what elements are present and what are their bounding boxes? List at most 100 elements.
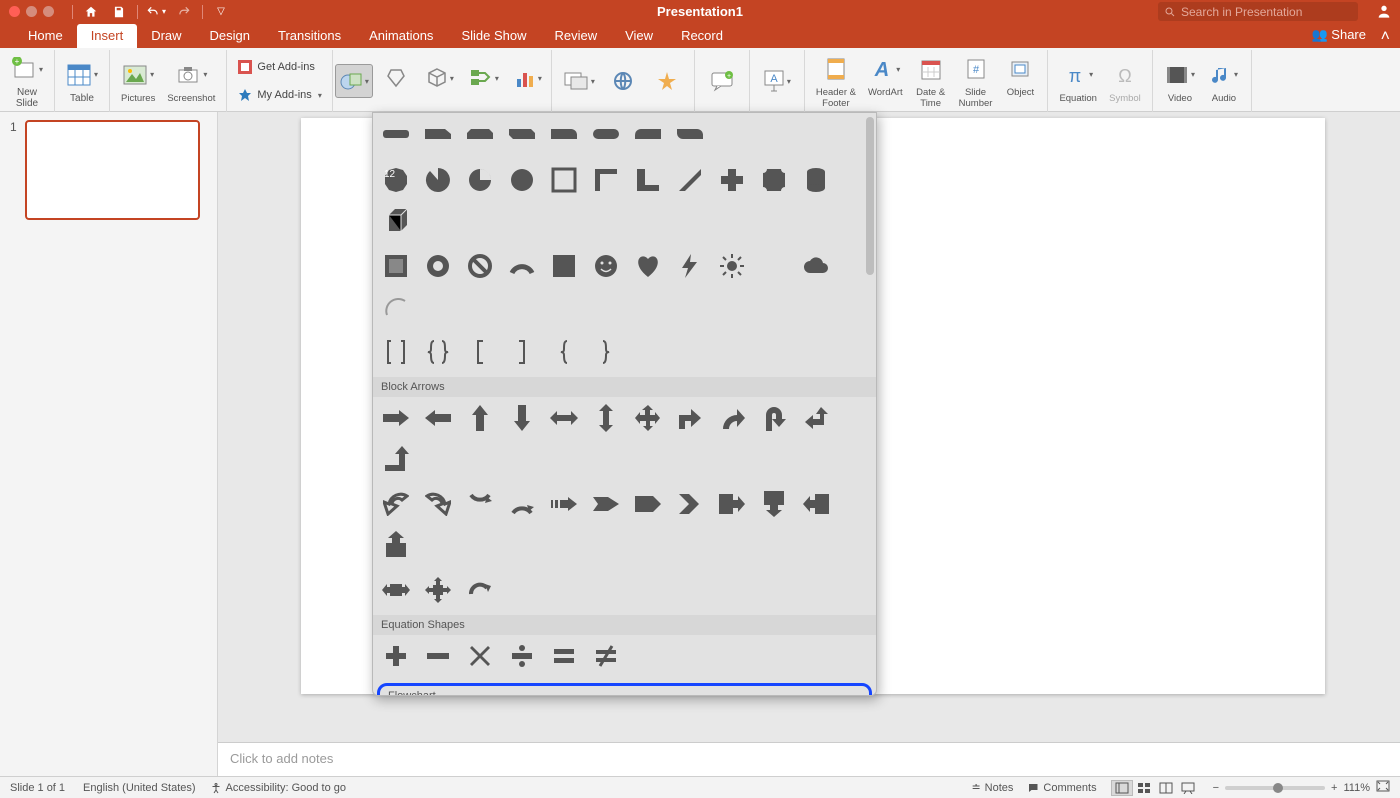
save-icon[interactable] xyxy=(109,2,129,22)
shape-sun[interactable] xyxy=(715,249,749,283)
shape-snip2[interactable] xyxy=(463,117,497,151)
arrow-striped-right[interactable] xyxy=(547,487,581,521)
action-button[interactable] xyxy=(646,67,688,95)
tab-view[interactable]: View xyxy=(611,24,667,48)
arrow-left-up[interactable] xyxy=(799,401,833,435)
tab-animations[interactable]: Animations xyxy=(355,24,447,48)
shape-double-bracket[interactable] xyxy=(379,335,413,369)
shape-dodecagon[interactable]: 12 xyxy=(379,163,413,197)
arrow-down[interactable] xyxy=(505,401,539,435)
arrow-quad-callout[interactable] xyxy=(421,573,455,607)
comment-button[interactable]: + xyxy=(701,63,743,99)
status-language[interactable]: English (United States) xyxy=(83,782,196,794)
user-account-icon[interactable] xyxy=(1376,3,1392,24)
arrow-left-right[interactable] xyxy=(547,401,581,435)
tab-draw[interactable]: Draw xyxy=(137,24,195,48)
tab-home[interactable]: Home xyxy=(14,24,77,48)
tab-record[interactable]: Record xyxy=(667,24,737,48)
shape-right-bracket[interactable] xyxy=(505,335,539,369)
shape-no-symbol[interactable] xyxy=(463,249,497,283)
table-button[interactable]: ▾ Table xyxy=(61,57,103,106)
search-input[interactable]: Search in Presentation xyxy=(1158,2,1358,21)
eq-not-equal[interactable] xyxy=(589,639,623,673)
shape-heart[interactable] xyxy=(631,249,665,283)
tab-slide-show[interactable]: Slide Show xyxy=(447,24,540,48)
shape-frame[interactable] xyxy=(547,163,581,197)
minimize-window-button[interactable] xyxy=(26,6,37,17)
shape-plaque[interactable] xyxy=(757,163,791,197)
notes-pane[interactable]: Click to add notes xyxy=(218,742,1400,776)
zoom-in-button[interactable]: + xyxy=(1331,782,1337,794)
shape-half-frame[interactable] xyxy=(589,163,623,197)
eq-equal[interactable] xyxy=(547,639,581,673)
shape-diag-stripe[interactable] xyxy=(673,163,707,197)
view-reading-button[interactable] xyxy=(1155,780,1177,796)
arrow-down-callout[interactable] xyxy=(757,487,791,521)
arrow-notched-right[interactable] xyxy=(589,487,623,521)
arrow-curved-right[interactable] xyxy=(715,401,749,435)
collapse-ribbon-button[interactable]: ˄ xyxy=(1381,28,1390,46)
shape-right-brace[interactable] xyxy=(589,335,623,369)
zoom-percent[interactable]: 111% xyxy=(1343,782,1370,794)
shape-smiley[interactable] xyxy=(589,249,623,283)
arrow-left[interactable] xyxy=(421,401,455,435)
zoom-slider[interactable] xyxy=(1225,786,1325,790)
arrow-chevron[interactable] xyxy=(673,487,707,521)
slide-number-button[interactable]: #Slide Number xyxy=(954,51,998,111)
shape-rounded-rect[interactable] xyxy=(379,117,413,151)
tab-review[interactable]: Review xyxy=(540,24,611,48)
shape-round2[interactable] xyxy=(589,117,623,151)
equation-button[interactable]: π▾Equation xyxy=(1054,57,1102,106)
arrow-quad[interactable] xyxy=(631,401,665,435)
arrow-right[interactable] xyxy=(379,401,413,435)
shape-double-brace[interactable] xyxy=(421,335,455,369)
video-button[interactable]: ▾Video xyxy=(1159,57,1201,106)
view-slideshow-button[interactable] xyxy=(1177,780,1199,796)
screenshot-button[interactable]: ▾ Screenshot xyxy=(162,57,220,106)
arrow-lr-callout[interactable] xyxy=(379,573,413,607)
arrow-curved-right2[interactable] xyxy=(421,487,455,521)
header-footer-button[interactable]: Header & Footer xyxy=(811,51,861,111)
pictures-button[interactable]: ▾ Pictures xyxy=(116,57,160,106)
shape-arc[interactable] xyxy=(505,249,539,283)
redo-icon[interactable] xyxy=(174,2,194,22)
share-button[interactable]: 👥 Share xyxy=(1311,27,1366,43)
arrow-uturn[interactable] xyxy=(757,401,791,435)
eq-multiply[interactable] xyxy=(463,639,497,673)
arrow-up-callout[interactable] xyxy=(379,527,413,561)
shape-left-bracket[interactable] xyxy=(463,335,497,369)
arrow-circular[interactable] xyxy=(463,573,497,607)
shape-pie[interactable] xyxy=(421,163,455,197)
view-sorter-button[interactable] xyxy=(1133,780,1155,796)
shapes-button[interactable]: ▾ xyxy=(335,64,373,98)
eq-minus[interactable] xyxy=(421,639,455,673)
shape-moon[interactable] xyxy=(757,249,791,283)
shape-snip1[interactable] xyxy=(421,117,455,151)
slide-thumbnail-1[interactable] xyxy=(25,120,200,220)
status-accessibility[interactable]: Accessibility: Good to go xyxy=(210,782,346,794)
new-slide-button[interactable]: +▾ New Slide xyxy=(6,51,48,111)
chart-button[interactable]: ▾ xyxy=(507,64,549,98)
shape-can[interactable] xyxy=(799,163,833,197)
arrow-up-down[interactable] xyxy=(589,401,623,435)
icons-button[interactable] xyxy=(375,64,417,98)
zoom-slide-button[interactable]: ▾ xyxy=(558,67,600,95)
shape-cloud[interactable] xyxy=(799,249,833,283)
shape-round1[interactable] xyxy=(547,117,581,151)
arrow-left-callout[interactable] xyxy=(799,487,833,521)
date-time-button[interactable]: Date & Time xyxy=(910,51,952,111)
shape-round4[interactable] xyxy=(673,117,707,151)
3d-models-button[interactable]: ▾ xyxy=(419,64,461,98)
shape-lshape[interactable] xyxy=(631,163,665,197)
shape-snip3[interactable] xyxy=(505,117,539,151)
home-icon[interactable] xyxy=(81,2,101,22)
shape-folded-corner[interactable] xyxy=(547,249,581,283)
status-notes-toggle[interactable]: ≐ Notes xyxy=(971,781,1013,794)
arrow-bent[interactable] xyxy=(673,401,707,435)
popup-scrollbar[interactable] xyxy=(866,117,874,691)
object-button[interactable]: Object xyxy=(999,51,1041,111)
audio-button[interactable]: ▾Audio xyxy=(1203,57,1245,106)
shape-bevel[interactable] xyxy=(379,249,413,283)
arrow-bent-up[interactable] xyxy=(379,441,413,475)
tab-insert[interactable]: Insert xyxy=(77,24,138,48)
